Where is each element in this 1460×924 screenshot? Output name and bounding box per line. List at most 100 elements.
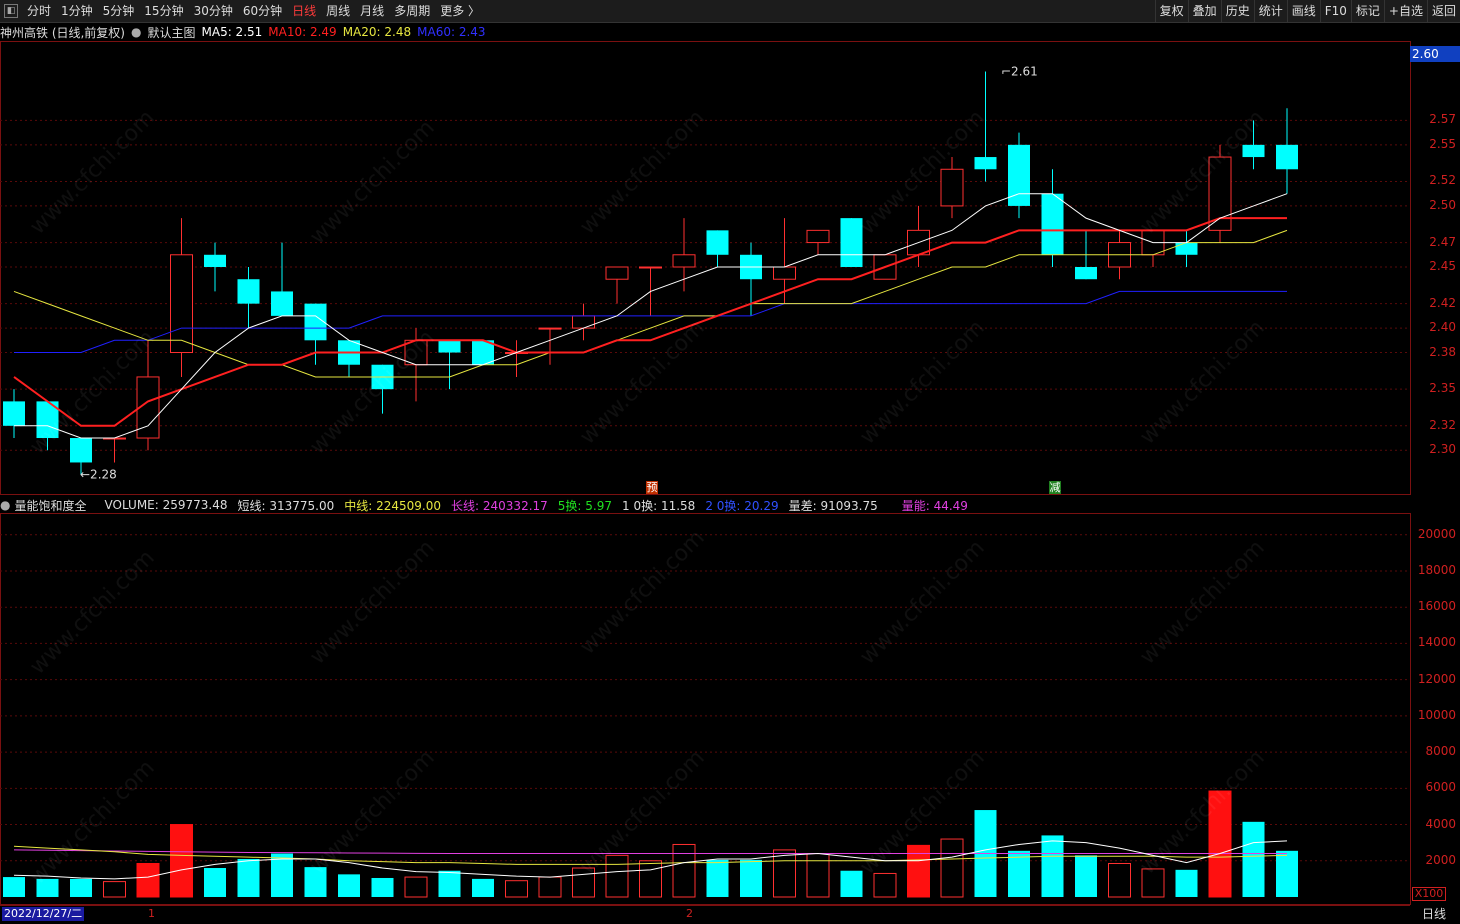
template-name[interactable]: 默认主图 (147, 24, 195, 41)
candle-body (605, 266, 629, 280)
tool-buttons: 复权 叠加 历史 统计 画线 F10 标记 +自选 返回 (1154, 0, 1460, 22)
volume-bar (538, 876, 562, 898)
volume-tick-label: 20000 (1417, 526, 1456, 541)
candle-body (572, 315, 595, 329)
short-value: 短线: 313775.00 (237, 498, 335, 513)
volume-chart[interactable] (0, 513, 1409, 903)
ma5-value: MA5: 2.51 (201, 25, 263, 39)
pre-marker: 预 (646, 481, 658, 494)
price-tick-label: 2.57 (1429, 112, 1456, 127)
tool-button-3[interactable]: 统计 (1253, 0, 1287, 22)
indicator-name[interactable]: 量能饱和度全 (14, 497, 86, 514)
volume-bar (204, 868, 226, 897)
candle (572, 303, 595, 341)
volume-bar (338, 874, 360, 897)
price-tick-label: 2.40 (1429, 320, 1456, 335)
period-mark-1: 1 (148, 907, 155, 920)
volume-tick-label: 16000 (1417, 599, 1456, 614)
volume-tick-label: 12000 (1417, 671, 1456, 686)
ma10-value: MA10: 2.49 (268, 25, 337, 39)
volume-value: VOLUME: 259773.48 (104, 498, 228, 512)
candle (740, 242, 762, 316)
candle (605, 266, 629, 304)
tool-button-1[interactable]: 叠加 (1187, 0, 1221, 22)
date-label: 2022/12/27/二 (2, 907, 85, 921)
candle-body (438, 340, 461, 353)
candle (1008, 132, 1030, 219)
candle-body (538, 327, 562, 330)
long-line (13, 849, 1287, 855)
candle-body (70, 438, 92, 463)
tool-button-4[interactable]: 画线 (1286, 0, 1320, 22)
price-tick-label: 2.55 (1429, 136, 1456, 151)
candle-body (1276, 144, 1298, 170)
stock-name[interactable]: 神州高铁 (日线,前复权) (0, 24, 125, 41)
h20-value: 2 0换: 20.29 (705, 498, 779, 513)
ma20-value: MA20: 2.48 (342, 25, 412, 39)
volume-bar (840, 870, 863, 897)
candle-body (237, 279, 260, 304)
period-tab-9[interactable]: 多周期 (389, 0, 435, 22)
volume-bar (1276, 850, 1298, 897)
volume-tick-label: 2000 (1425, 852, 1456, 867)
volume-tick-label: 14000 (1417, 635, 1456, 650)
period-tab-6[interactable]: 日线 (287, 0, 321, 22)
price-tick-label: 2.52 (1429, 173, 1456, 188)
candle-body (204, 254, 226, 267)
candle (505, 340, 528, 377)
volume-bar (237, 858, 260, 897)
period-tab-10[interactable]: 更多 〉 (435, 0, 485, 22)
volume-bar (806, 853, 830, 898)
candle-body (639, 266, 662, 269)
period-toolbar: ◧ 分时 1分钟 5分钟 15分钟 30分钟 60分钟 日线 周线 月线 多周期 更多 〉 复权 叠加… (0, 0, 1460, 23)
period-tab-1[interactable]: 1分钟 (56, 0, 98, 22)
volume-bar (371, 877, 394, 897)
volume-bar (472, 878, 494, 897)
period-tab-7[interactable]: 周线 (321, 0, 355, 22)
price-tick-label: 2.47 (1429, 234, 1456, 249)
candle-body (1041, 193, 1064, 255)
volume-bar (271, 853, 293, 897)
candlestick-chart[interactable]: ⌐2.61 ←2.28 (0, 41, 1409, 493)
tool-button-6[interactable]: 标记 (1350, 0, 1384, 22)
candle-body (706, 230, 729, 255)
candle (672, 218, 696, 292)
price-tick-label: 2.32 (1429, 417, 1456, 432)
tool-button-5[interactable]: F10 (1319, 0, 1351, 22)
period-tab-3[interactable]: 15分钟 (139, 0, 188, 22)
period-tab-0[interactable]: 分时 (22, 0, 56, 22)
price-tick-label: 2.38 (1429, 344, 1456, 359)
tool-button-8[interactable]: 返回 (1426, 0, 1460, 22)
volume-unit: X100 (1412, 887, 1446, 901)
period-tab-4[interactable]: 30分钟 (189, 0, 238, 22)
collapse-icon[interactable]: ◧ (4, 4, 18, 18)
period-tab-8[interactable]: 月线 (355, 0, 389, 22)
price-tick-label: 2.35 (1429, 381, 1456, 396)
settings-circle-icon[interactable]: ● (0, 498, 10, 512)
volume-tick-label: 10000 (1417, 707, 1456, 722)
candle (237, 267, 260, 329)
long-value: 长线: 240332.17 (451, 498, 548, 513)
tool-button-2[interactable]: 历史 (1220, 0, 1254, 22)
candle-body (974, 157, 997, 170)
current-price-tag: 2.60 (1410, 46, 1460, 62)
volume-bar (873, 872, 897, 898)
mid-value: 中线: 224509.00 (344, 498, 442, 513)
tool-button-7[interactable]: +自选 (1383, 0, 1427, 22)
tool-button-0[interactable]: 复权 (1154, 0, 1188, 22)
candle-body (672, 254, 696, 268)
settings-circle-icon[interactable]: ● (131, 25, 141, 39)
volume-bar (1108, 862, 1131, 898)
candle-body (940, 168, 964, 207)
ma60-value: MA60: 2.43 (417, 25, 486, 39)
period-tab-5[interactable]: 60分钟 (238, 0, 287, 22)
high-price-label: ⌐2.61 (1001, 65, 1038, 79)
candle (1175, 230, 1198, 267)
candle (3, 389, 25, 439)
candle-body (806, 229, 830, 244)
energy-value: 量能: 44.49 (901, 498, 968, 513)
period-tab-2[interactable]: 5分钟 (98, 0, 140, 22)
volume-bar (740, 859, 762, 897)
volume-bar (639, 860, 662, 898)
volume-bar (3, 877, 25, 897)
